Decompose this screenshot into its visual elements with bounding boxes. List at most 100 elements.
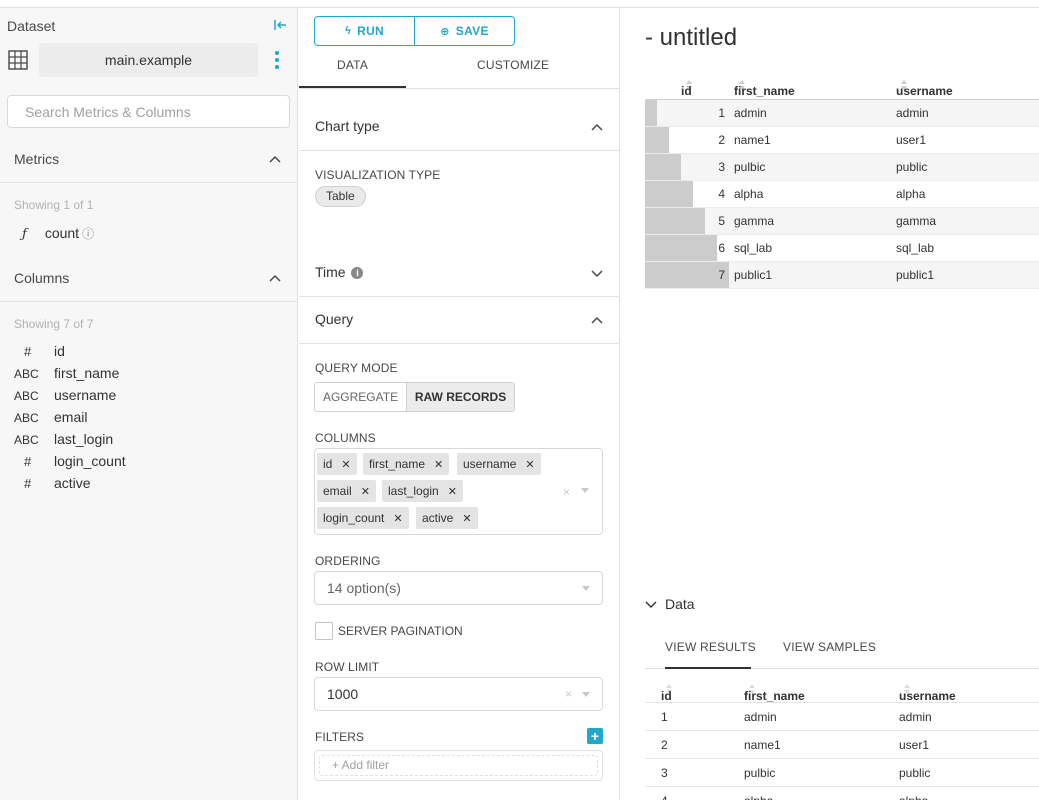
cell-id: 3 (661, 766, 668, 780)
tab-view-samples[interactable]: VIEW SAMPLES (783, 640, 876, 654)
table-body: 1 admin admin 2 name1 user1 3 pulbic public 4 alph… (645, 100, 1039, 289)
top-border (0, 0, 1039, 8)
chart-title[interactable]: - untitled (645, 24, 737, 52)
columns-section-header[interactable]: Columns (0, 256, 298, 302)
metric-item[interactable]: ƒ count ⓘ (22, 225, 94, 242)
column-chip: first_name ✕ (363, 453, 450, 475)
clear-icon[interactable]: × (563, 485, 570, 499)
save-button[interactable]: ⊕ SAVE (414, 17, 514, 45)
columns-control-label: COLUMNS (315, 431, 376, 445)
time-label: Time i (315, 264, 364, 280)
ordering-value: 14 option(s) (327, 580, 401, 596)
search-input[interactable] (7, 95, 290, 128)
remove-icon[interactable]: ✕ (361, 486, 370, 498)
tab-view-results[interactable]: VIEW RESULTS (665, 640, 756, 654)
remove-icon[interactable]: ✕ (462, 513, 471, 525)
columns-label: Columns (14, 270, 70, 286)
column-name: active (54, 475, 91, 491)
cell-id: 4 (718, 187, 725, 201)
remove-icon[interactable]: ✕ (341, 459, 350, 471)
data-pane-header[interactable]: Data (645, 596, 695, 612)
info-icon[interactable]: i (351, 267, 364, 279)
dataset-name[interactable]: main.example (39, 43, 258, 77)
tab-data[interactable]: DATA (337, 58, 368, 89)
chevron-up-icon (269, 274, 281, 282)
column-item[interactable]: # id (14, 343, 65, 365)
cell-first-name: name1 (734, 133, 771, 147)
cell-first-name: gamma (734, 214, 775, 228)
add-filter-plus-button[interactable]: + (587, 728, 603, 744)
column-item[interactable]: # login_count (14, 453, 126, 475)
aggregate-mode-button[interactable]: AGGREGATE (315, 383, 406, 411)
column-item[interactable]: ABC first_name (14, 365, 119, 387)
remove-icon[interactable]: ✕ (525, 459, 534, 471)
cell-username: alpha (899, 794, 928, 800)
filters-box: + Add filter (314, 750, 603, 781)
collapse-panel-icon[interactable] (273, 17, 287, 33)
query-label: Query (315, 311, 354, 327)
results-header-first-name[interactable]: first_name (744, 682, 805, 703)
ordering-select[interactable]: 14 option(s) (314, 571, 603, 605)
chart-type-section-header[interactable]: Chart type (299, 104, 619, 151)
cell-first-name: public1 (734, 268, 773, 282)
chart-table: id first_name username 1 admin admin 2 name1… (645, 72, 1039, 289)
cell-username: admin (899, 710, 932, 724)
run-button[interactable]: ϟ RUN (315, 17, 414, 45)
column-item[interactable]: ABC last_login (14, 431, 113, 453)
server-pagination-checkbox[interactable] (315, 622, 333, 640)
cell-username: public (899, 766, 931, 780)
cell-first-name: name1 (744, 738, 781, 752)
chevron-down-icon[interactable] (581, 488, 589, 493)
viz-type-pill[interactable]: Table (315, 186, 366, 207)
column-header-first-name[interactable]: first_name (734, 78, 795, 98)
run-label: RUN (357, 24, 385, 38)
time-section-header[interactable]: Time i (299, 250, 619, 297)
table-row: 3 pulbic public (645, 154, 1039, 181)
dataset-panel: Dataset main.example Metrics Showing 1 o… (0, 8, 298, 800)
more-options-icon[interactable] (269, 49, 285, 71)
column-chip: username ✕ (457, 453, 541, 475)
chevron-up-icon (269, 155, 281, 163)
results-header-id[interactable]: id (661, 682, 672, 703)
column-header-username[interactable]: username (896, 78, 953, 98)
table-row: 6 sql_lab sql_lab (645, 235, 1039, 262)
column-item[interactable]: ABC email (14, 409, 87, 431)
string-type-icon: ABC (14, 389, 39, 403)
column-name: login_count (54, 453, 126, 469)
server-pagination-label: SERVER PAGINATION (338, 624, 463, 638)
column-item[interactable]: # active (14, 475, 91, 497)
column-header-id[interactable]: id (681, 78, 692, 98)
chevron-down-icon (645, 601, 657, 608)
column-item[interactable]: ABC username (14, 387, 116, 409)
column-chip: login_count ✕ (317, 507, 409, 529)
cell-username: gamma (896, 214, 937, 228)
column-chip: id ✕ (317, 453, 357, 475)
query-section-header[interactable]: Query (299, 297, 619, 344)
cell-first-name: sql_lab (734, 241, 773, 255)
table-row: 7 public1 public1 (645, 262, 1039, 289)
numeric-type-icon: # (24, 476, 32, 491)
id-value-bar (645, 100, 657, 126)
chevron-up-icon (591, 123, 603, 131)
cell-id: 6 (718, 241, 725, 255)
metrics-section-header[interactable]: Metrics (0, 137, 298, 183)
cell-first-name: pulbic (734, 160, 766, 174)
remove-icon[interactable]: ✕ (448, 486, 457, 498)
remove-icon[interactable]: ✕ (434, 459, 443, 471)
clear-icon[interactable]: × (565, 678, 572, 710)
tab-customize[interactable]: CUSTOMIZE (477, 58, 549, 89)
raw-records-mode-button[interactable]: RAW RECORDS (406, 383, 514, 411)
remove-icon[interactable]: ✕ (393, 513, 402, 525)
header-label: first_name (744, 689, 805, 703)
columns-multiselect[interactable]: id ✕ first_name ✕ username ✕ email ✕ last_lo… (314, 448, 603, 535)
table-header-row: id first_name username (645, 72, 1039, 100)
help-icon[interactable]: ⓘ (82, 227, 94, 241)
results-header-username[interactable]: username (899, 682, 956, 703)
function-icon: ƒ (22, 227, 27, 242)
row-limit-select[interactable]: 1000 × (314, 677, 603, 711)
cell-first-name: admin (734, 106, 767, 120)
string-type-icon: ABC (14, 367, 39, 381)
add-filter-button[interactable]: + Add filter (319, 755, 598, 776)
header-label: first_name (734, 84, 795, 98)
table-row: 1 admin admin (645, 703, 1039, 731)
